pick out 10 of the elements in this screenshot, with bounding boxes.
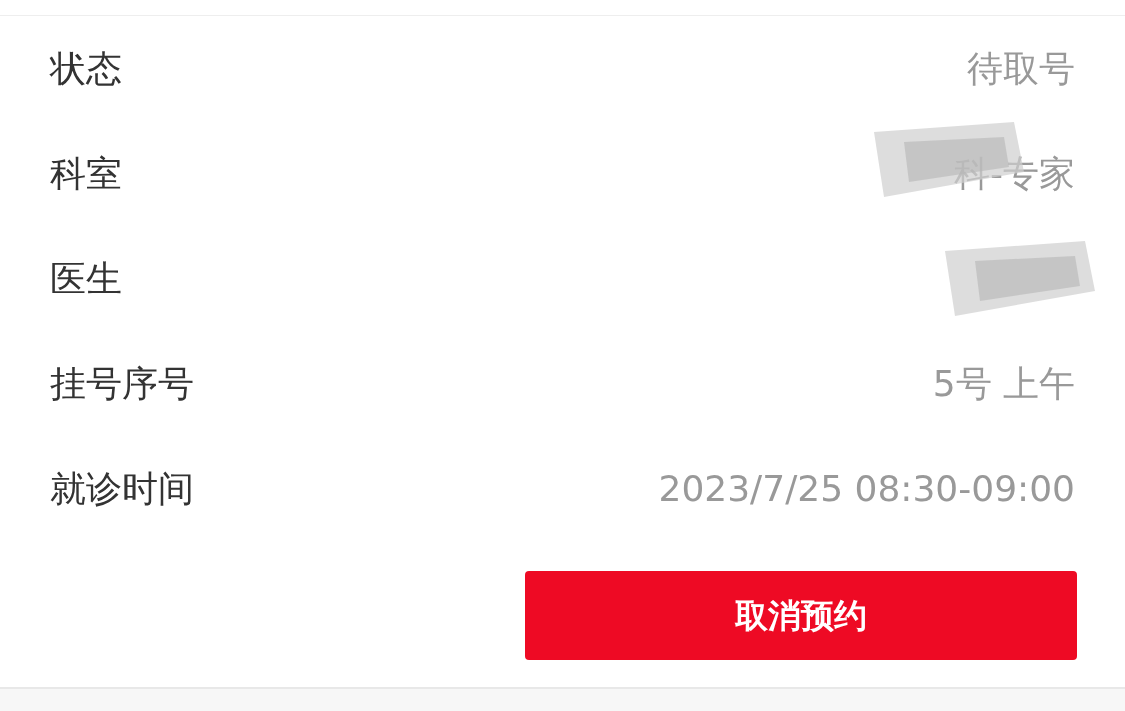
field-label: 就诊时间: [50, 466, 194, 511]
field-value: 待取号: [967, 46, 1075, 91]
field-label: 科室: [50, 151, 122, 196]
field-label: 医生: [50, 256, 122, 301]
field-value: 科-专家: [954, 151, 1075, 196]
field-value: 2023/7/25 08:30-09:00: [658, 466, 1075, 511]
field-label: 挂号序号: [50, 361, 194, 406]
field-value: 5号 上午: [932, 361, 1075, 406]
cancel-booking-button[interactable]: 取消预约: [525, 571, 1077, 660]
field-label: 状态: [50, 46, 122, 91]
